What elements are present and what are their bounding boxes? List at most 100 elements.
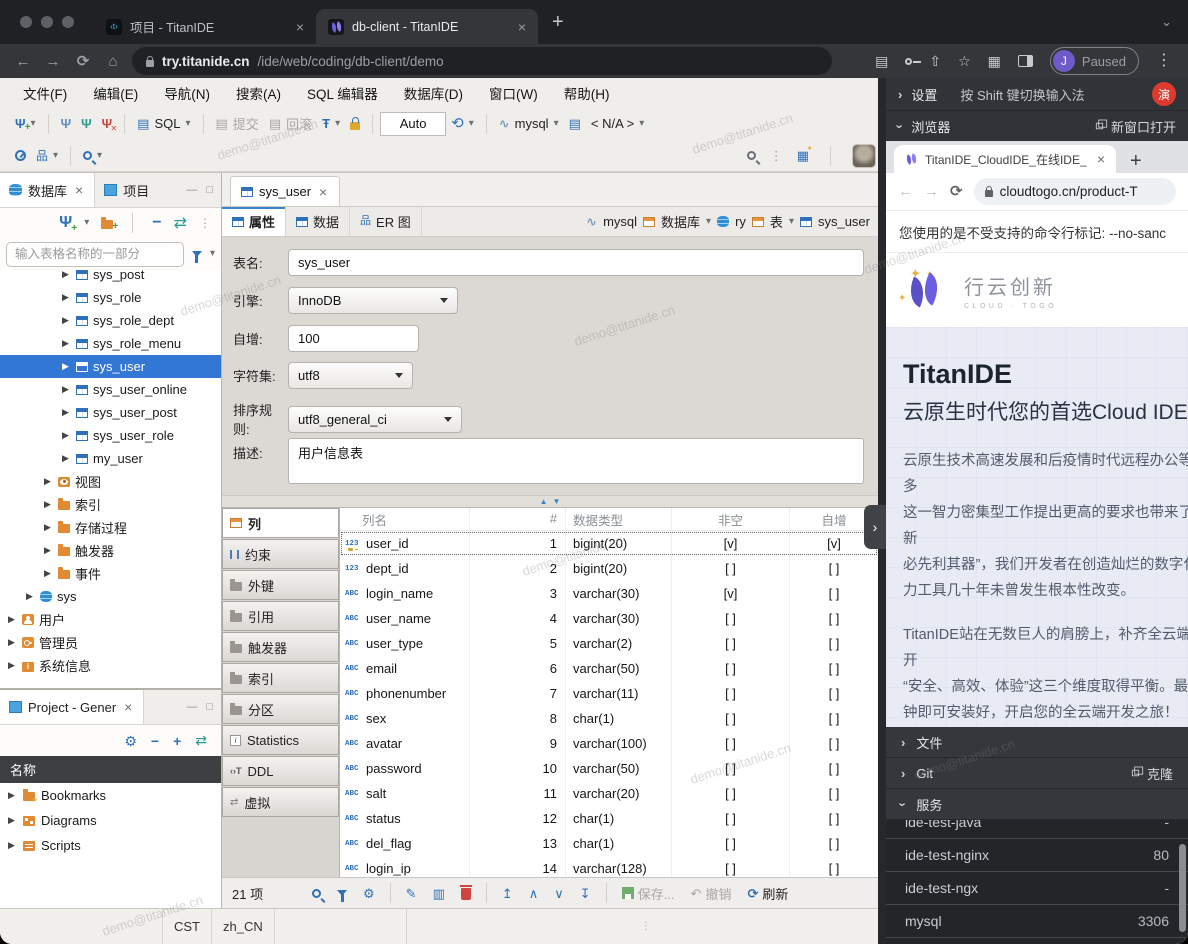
expander-arrow-icon[interactable]: ▶	[6, 637, 17, 648]
tree-item[interactable]: ▶ 存储过程	[0, 516, 221, 539]
password-key-icon[interactable]	[905, 58, 912, 65]
chevron-down-icon[interactable]: ›	[897, 802, 910, 806]
expander-arrow-icon[interactable]: ▶	[42, 476, 53, 487]
lock-icon[interactable]	[350, 122, 360, 130]
tree-item[interactable]: ▶ 系统信息	[0, 654, 221, 677]
drag-handle-icon[interactable]: ⋮	[641, 921, 652, 932]
menu-item[interactable]: 帮助(H)	[551, 83, 623, 103]
chevron-right-icon[interactable]: ›	[901, 766, 905, 781]
gear-icon[interactable]	[363, 887, 375, 900]
table-filter-input[interactable]	[6, 242, 184, 267]
chevron-down-icon[interactable]	[97, 151, 102, 161]
expander-arrow-icon[interactable]: ▶	[6, 660, 17, 671]
address-bar[interactable]: cloudtogo.cn/product-T	[974, 178, 1176, 205]
delete-column-icon[interactable]	[461, 888, 471, 900]
new-folder-icon[interactable]	[101, 220, 113, 229]
column-row[interactable]: ABCavatar 9 varchar(100) [ ] [ ]	[340, 731, 878, 756]
forward-button[interactable]	[924, 184, 939, 199]
commit-button[interactable]: 提交	[211, 114, 264, 133]
tree-item[interactable]: ▶ sys	[0, 585, 221, 608]
close-window-button[interactable]	[20, 16, 32, 28]
browser-tab-dbclient[interactable]: db-client - TitanIDE ×	[316, 9, 538, 44]
chevron-down-icon[interactable]	[53, 151, 58, 161]
transaction-mode-icon[interactable]	[322, 117, 330, 130]
active-database-select[interactable]: < N/A >	[586, 116, 649, 131]
tab-properties[interactable]: 属性	[222, 207, 286, 236]
column-row[interactable]: ABCuser_type 5 varchar(2) [ ] [ ]	[340, 631, 878, 656]
user-avatar[interactable]	[852, 144, 876, 168]
search-icon[interactable]	[83, 151, 92, 160]
menu-item[interactable]: 窗口(W)	[476, 83, 551, 103]
tree-item[interactable]: ▶ sys_user_post	[0, 401, 221, 424]
filter-icon[interactable]	[192, 251, 202, 257]
column-row[interactable]: ABCphonenumber 7 varchar(11) [ ] [ ]	[340, 681, 878, 706]
tab-er-diagram[interactable]: ER 图	[350, 207, 422, 236]
reconnect-icon[interactable]	[81, 117, 92, 130]
clone-button[interactable]: 克隆	[1131, 764, 1173, 783]
dashboard-icon[interactable]	[15, 150, 26, 161]
breadcrumb-database-label[interactable]: 数据库	[661, 212, 700, 231]
expander-arrow-icon[interactable]: ▶	[42, 568, 53, 579]
move-up-icon[interactable]	[529, 887, 539, 900]
chevron-down-icon[interactable]	[84, 218, 89, 228]
new-connection-icon[interactable]	[15, 117, 26, 130]
browser-section-row[interactable]: › 浏览器 新窗口打开	[886, 110, 1188, 141]
object-page-item[interactable]: 虚拟	[222, 787, 339, 817]
collapse-down-icon[interactable]: ▼	[553, 497, 561, 506]
breadcrumb-table-name[interactable]: sys_user	[818, 214, 870, 229]
tree-item[interactable]: ▶ sys_post	[0, 270, 221, 286]
close-icon[interactable]: ×	[294, 19, 306, 35]
open-new-window-button[interactable]: 新窗口打开	[1095, 117, 1176, 136]
object-page-item[interactable]: 外键	[222, 570, 339, 600]
auto-increment-input[interactable]	[288, 325, 419, 352]
form-grid-splitter[interactable]: ▲ ▼	[222, 495, 878, 508]
close-icon[interactable]: ×	[73, 182, 85, 198]
home-button[interactable]	[98, 54, 128, 69]
header-ordinal[interactable]: #	[470, 508, 566, 530]
object-page-item[interactable]: 引用	[222, 601, 339, 631]
services-section-row[interactable]: › 服务	[886, 789, 1188, 820]
embedded-browser-tab[interactable]: TitanIDE_CloudIDE_在线IDE_ ×	[894, 145, 1116, 173]
column-row[interactable]: 123user_id 1 bigint(20) [v] [v]	[340, 531, 878, 556]
menu-item[interactable]: 数据库(D)	[391, 83, 476, 103]
minimize-panel-icon[interactable]: —	[186, 701, 197, 713]
move-down-icon[interactable]	[554, 887, 564, 900]
settings-section-row[interactable]: › 设置 按 Shift 键切换输入法 演	[886, 78, 1188, 110]
chevron-down-icon[interactable]	[706, 217, 711, 227]
charset-select[interactable]: utf8	[288, 362, 413, 389]
expander-arrow-icon[interactable]: ▶	[42, 522, 53, 533]
list-item[interactable]: ▶ Scripts	[0, 833, 221, 858]
tree-item[interactable]: ▶ 视图	[0, 470, 221, 493]
menu-item[interactable]: 导航(N)	[151, 83, 223, 103]
edit-column-icon[interactable]	[406, 887, 417, 900]
breadcrumb-driver[interactable]: mysql	[603, 214, 637, 229]
reload-button[interactable]	[68, 54, 98, 69]
tab-data[interactable]: 数据	[286, 207, 350, 236]
expander-arrow-icon[interactable]: ▶	[6, 790, 17, 801]
expander-arrow-icon[interactable]: ▶	[60, 384, 71, 395]
tree-item[interactable]: ▶ 索引	[0, 493, 221, 516]
service-row[interactable]: ide-test-ngx -	[886, 872, 1188, 905]
menu-item[interactable]: 搜索(A)	[223, 83, 294, 103]
list-item[interactable]: ▶ Diagrams	[0, 808, 221, 833]
column-row[interactable]: ABCuser_name 4 varchar(30) [ ] [ ]	[340, 606, 878, 631]
tab-search-chevron-icon[interactable]: ⌄	[1161, 14, 1172, 30]
link-editor-icon[interactable]: ⇄	[174, 213, 187, 233]
header-column-name[interactable]: 列名	[340, 508, 470, 530]
tree-item[interactable]: ▶ 用户	[0, 608, 221, 631]
expander-arrow-icon[interactable]: ▶	[42, 545, 53, 556]
header-datatype[interactable]: 数据类型	[566, 508, 672, 530]
undo-button[interactable]: 撤销	[683, 884, 740, 903]
header-notnull[interactable]: 非空	[672, 508, 790, 530]
column-row[interactable]: ABCdel_flag 13 char(1) [ ] [ ]	[340, 831, 878, 856]
chevron-down-icon[interactable]	[210, 249, 215, 259]
address-bar[interactable]: try.titanide.cn /ide/web/coding/db-clien…	[132, 47, 832, 75]
rollback-button[interactable]: 回滚	[264, 114, 317, 133]
tree-item[interactable]: ▶ sys_role_dept	[0, 309, 221, 332]
close-icon[interactable]: ×	[122, 699, 134, 715]
disconnect-icon[interactable]	[102, 117, 113, 130]
tree-item[interactable]: ▶ my_user	[0, 447, 221, 470]
profile-button[interactable]: J Paused	[1050, 47, 1139, 75]
collapse-up-icon[interactable]: ▲	[540, 497, 548, 506]
expander-arrow-icon[interactable]: ▶	[60, 338, 71, 349]
